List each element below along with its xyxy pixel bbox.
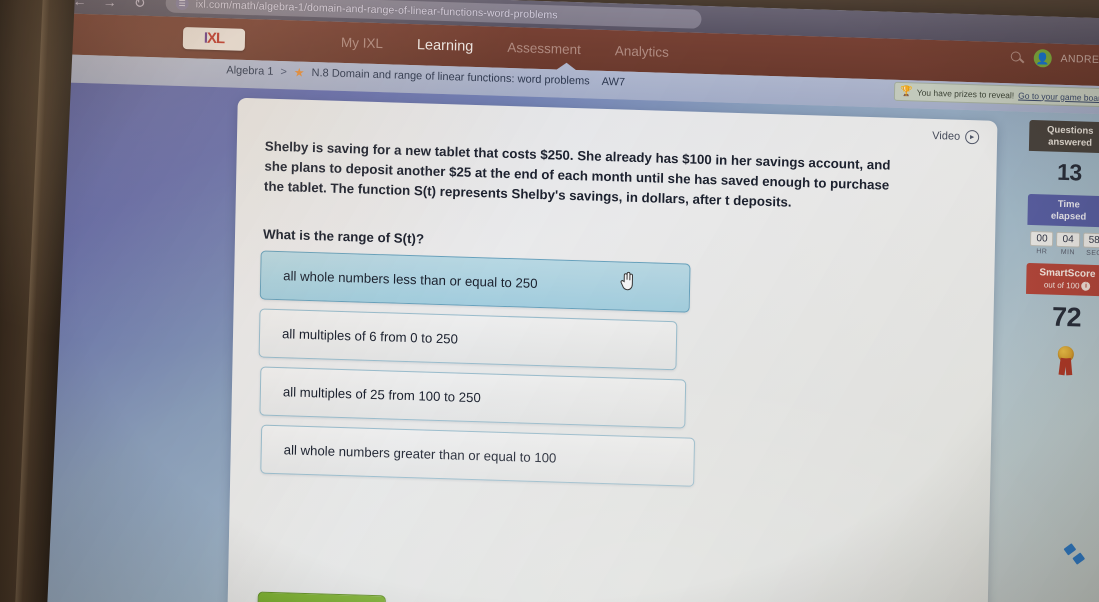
search-icon[interactable] [1009, 50, 1024, 65]
user-avatar-icon[interactable]: 👤 [1033, 49, 1052, 68]
play-circle-icon[interactable]: ► [965, 129, 980, 145]
smartscore-sub-label: out of 100 [1043, 279, 1080, 291]
screen-edge-fragment-1 [1063, 543, 1077, 556]
hand-pointer-cursor [620, 271, 634, 291]
smartscore-label: SmartScore [1039, 267, 1096, 280]
nav-item-learning[interactable]: Learning [417, 37, 474, 55]
smartscore-header: SmartScore out of 100 i [1026, 262, 1099, 297]
trophy-icon: 🏆 [900, 85, 913, 97]
clock-minutes: 04 MIN [1056, 231, 1080, 257]
clock-minutes-label: MIN [1060, 248, 1075, 257]
time-elapsed-clock: 00 HR 04 MIN 58 SEC [1027, 225, 1099, 259]
prize-banner[interactable]: 🏆 You have prizes to reveal! Go to your … [894, 81, 1099, 108]
clock-seconds-value: 58 [1082, 232, 1099, 249]
photograph-of-monitor: ← → ↻ ☰ ixl.com/math/algebra-1/domain-an… [0, 0, 1099, 602]
clock-hours-label: HR [1036, 248, 1048, 256]
clock-seconds: 58 SEC [1082, 232, 1099, 258]
page-body: Video ► Shelby is saving for a new table… [39, 81, 1099, 602]
submit-button[interactable]: Submit [257, 591, 386, 602]
url-text: ixl.com/math/algebra-1/domain-and-range-… [195, 0, 558, 21]
prize-banner-text: You have prizes to reveal! [916, 86, 1015, 100]
question-card: Video ► Shelby is saving for a new table… [226, 97, 998, 602]
breadcrumb-skill-code: AW7 [601, 75, 626, 89]
game-board-link[interactable]: Go to your game board. [1018, 90, 1099, 103]
clock-hours: 00 HR [1030, 230, 1054, 256]
answer-choices: all whole numbers less than or equal to … [256, 250, 696, 495]
scoreboard-panel: Questions answered 13 Time elapsed 00 HR [1024, 119, 1099, 377]
answer-choice-1-label: all whole numbers less than or equal to … [283, 268, 538, 291]
breadcrumb-course[interactable]: Algebra 1 [226, 64, 273, 77]
answer-choice-2-label: all multiples of 6 from 0 to 250 [281, 326, 459, 347]
questions-answered-label-2: answered [1048, 135, 1093, 149]
answer-choice-4[interactable]: all whole numbers greater than or equal … [260, 424, 696, 487]
video-link[interactable]: Video ► [932, 129, 980, 145]
answer-choice-1[interactable]: all whole numbers less than or equal to … [259, 250, 691, 313]
main-nav: My IXL Learning Assessment Analytics [341, 34, 669, 60]
clock-minutes-value: 04 [1056, 231, 1080, 248]
video-label: Video [932, 129, 961, 143]
award-ribbon-icon [1055, 345, 1076, 377]
star-icon[interactable]: ★ [294, 65, 305, 79]
monitor-screen: ← → ↻ ☰ ixl.com/math/algebra-1/domain-an… [39, 0, 1099, 602]
question-body: Shelby is saving for a new tablet that c… [263, 138, 891, 210]
active-tab-notch [555, 62, 578, 72]
screen-edge-fragment-2 [1072, 552, 1086, 565]
ixl-logo[interactable]: I XL [182, 26, 246, 51]
questions-answered-header: Questions answered [1028, 119, 1099, 154]
username-label: ANDREA [1060, 52, 1099, 67]
answer-choice-3[interactable]: all multiples of 25 from 100 to 250 [259, 366, 687, 429]
answer-choice-2[interactable]: all multiples of 6 from 0 to 250 [258, 308, 678, 371]
smartscore-value: 72 [1051, 301, 1082, 333]
answer-choice-4-label: all whole numbers greater than or equal … [283, 442, 557, 466]
questions-answered-label-1: Questions [1046, 124, 1094, 137]
time-elapsed-header: Time elapsed [1027, 193, 1099, 228]
nav-item-my-ixl[interactable]: My IXL [341, 35, 383, 51]
header-user-area: 👤 ANDREA [1009, 48, 1099, 69]
reload-icon[interactable]: ↻ [132, 0, 148, 10]
site-settings-icon[interactable]: ☰ [175, 0, 189, 11]
smartscore-sub-row: out of 100 i [1028, 278, 1099, 292]
questions-answered-value: 13 [1056, 158, 1083, 186]
info-icon[interactable]: i [1081, 281, 1091, 291]
forward-arrow-icon[interactable]: → [102, 0, 118, 10]
ixl-logo-xl: XL [206, 29, 225, 48]
nav-item-analytics[interactable]: Analytics [615, 43, 669, 60]
clock-seconds-label: SEC [1086, 249, 1099, 258]
answer-choice-3-label: all multiples of 25 from 100 to 250 [282, 384, 481, 406]
time-elapsed-label-2: elapsed [1050, 210, 1087, 223]
breadcrumb-skill: N.8 Domain and range of linear functions… [311, 66, 590, 88]
clock-hours-value: 00 [1030, 230, 1054, 247]
question-prompt: What is the range of S(t)? [262, 226, 425, 247]
breadcrumb-separator: > [280, 66, 287, 79]
nav-item-assessment[interactable]: Assessment [507, 40, 581, 57]
time-elapsed-label-1: Time [1057, 198, 1080, 211]
